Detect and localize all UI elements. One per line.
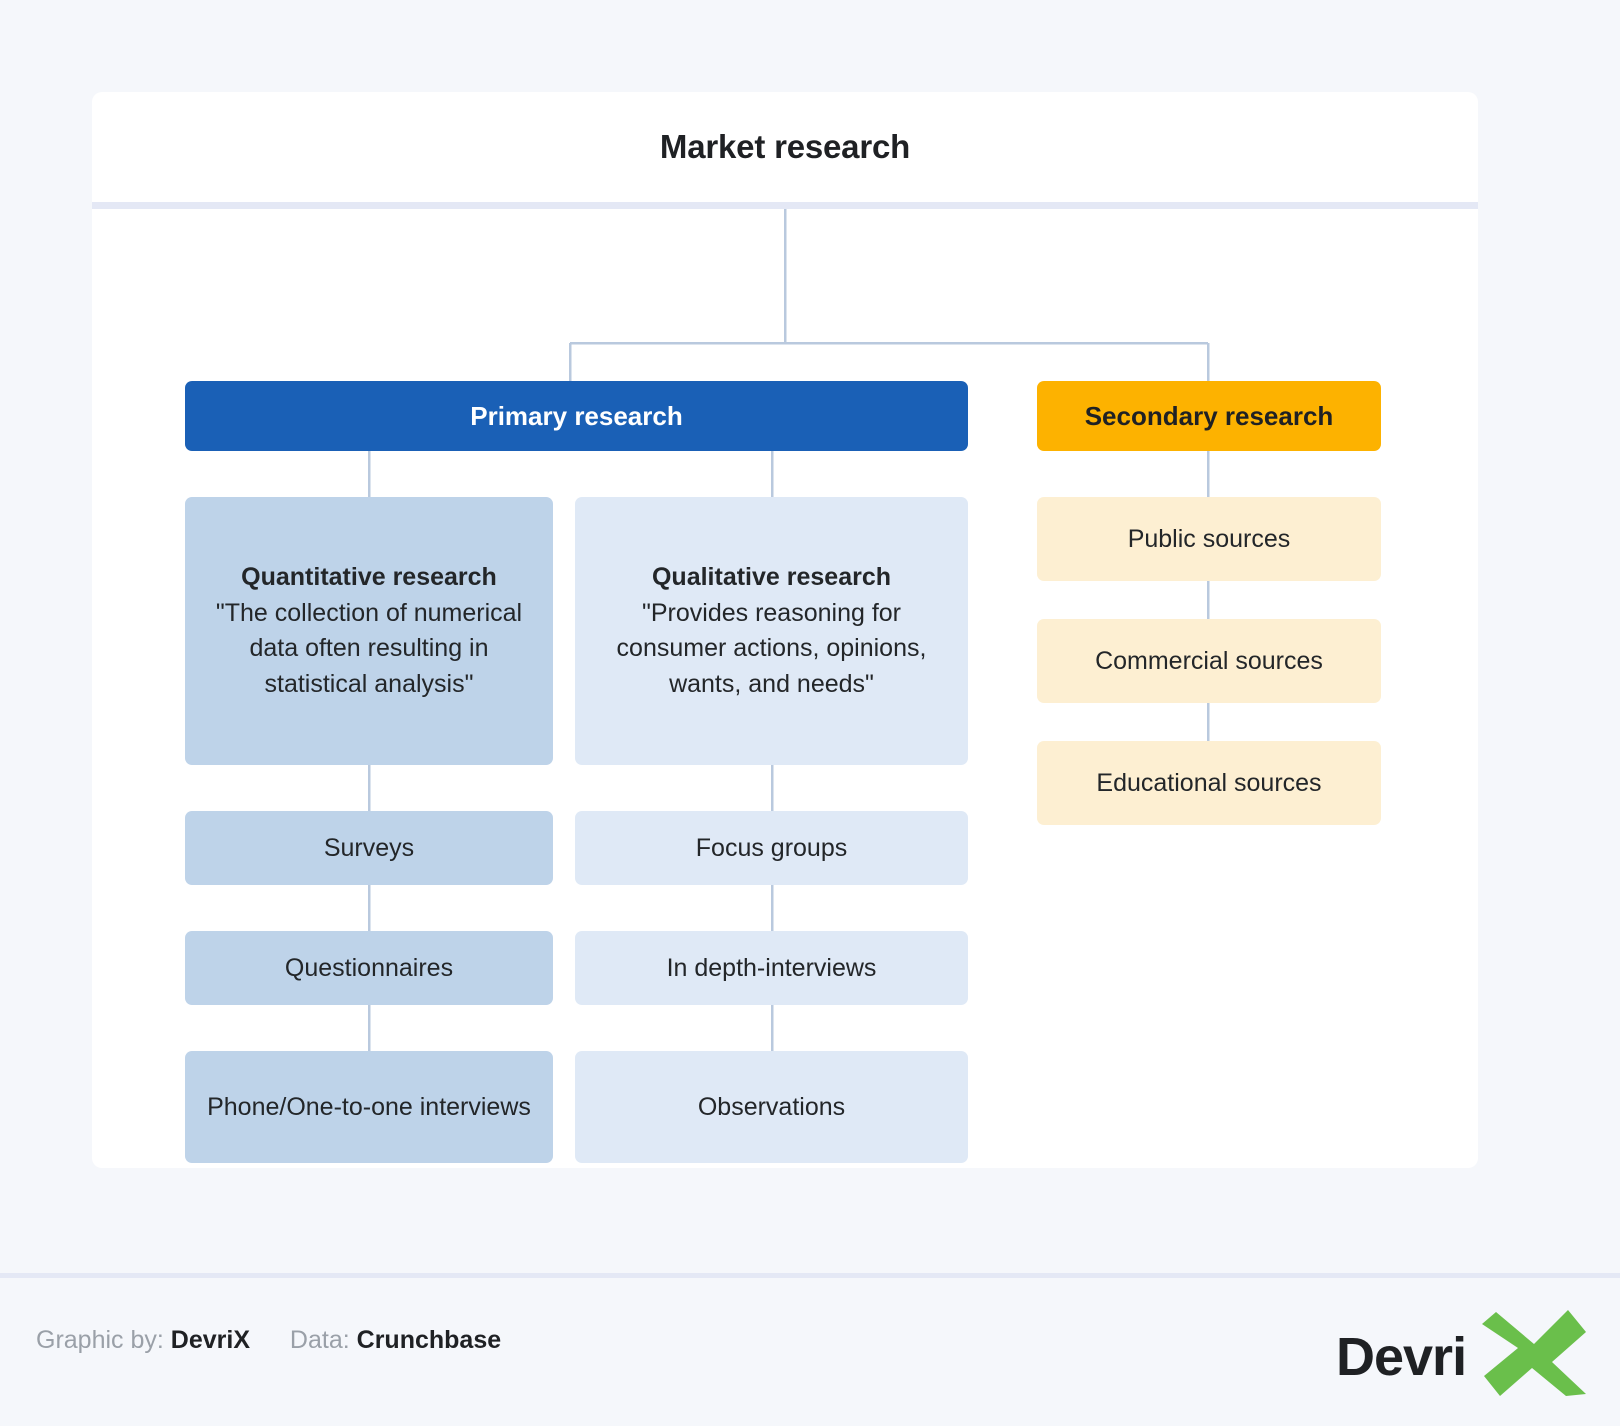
footer: Graphic by: DevriX Data: Crunchbase Devr… <box>0 1278 1620 1426</box>
page-title: Market research <box>92 92 1478 202</box>
node-qualitative-research[interactable]: Qualitative research "Provides reasoning… <box>575 497 968 765</box>
node-in-depth-interviews[interactable]: In depth-interviews <box>575 931 968 1005</box>
node-primary-research-label: Primary research <box>199 401 954 432</box>
node-questionnaires-label: Questionnaires <box>199 951 539 986</box>
logo-wordmark: Devri <box>1336 1326 1466 1388</box>
data-source-value: Crunchbase <box>357 1326 501 1354</box>
node-secondary-research-label: Secondary research <box>1051 401 1367 432</box>
credits: Graphic by: DevriX Data: Crunchbase <box>36 1326 501 1355</box>
node-secondary-research[interactable]: Secondary research <box>1037 381 1381 451</box>
devrix-logo: Devri <box>1336 1306 1586 1398</box>
node-surveys-label: Surveys <box>199 831 539 866</box>
logo-x-mark <box>1482 1310 1586 1396</box>
node-surveys[interactable]: Surveys <box>185 811 553 885</box>
node-questionnaires[interactable]: Questionnaires <box>185 931 553 1005</box>
node-primary-research[interactable]: Primary research <box>185 381 968 451</box>
node-commercial-sources[interactable]: Commercial sources <box>1037 619 1381 703</box>
node-observations[interactable]: Observations <box>575 1051 968 1163</box>
node-phone-one-to-one-interviews[interactable]: Phone/One-to-one interviews <box>185 1051 553 1163</box>
node-educational-sources-label: Educational sources <box>1051 766 1367 801</box>
node-educational-sources[interactable]: Educational sources <box>1037 741 1381 825</box>
org-chart: Primary research Secondary research Quan… <box>92 209 1478 1168</box>
node-in-depth-interviews-label: In depth-interviews <box>589 951 954 986</box>
node-commercial-sources-label: Commercial sources <box>1051 644 1367 679</box>
title-divider <box>92 202 1478 209</box>
node-quantitative-research[interactable]: Quantitative research "The collection of… <box>185 497 553 765</box>
node-quantitative-heading: Quantitative research <box>241 560 497 596</box>
node-qualitative-heading: Qualitative research <box>652 560 891 596</box>
graphic-by-value: DevriX <box>171 1326 250 1354</box>
node-public-sources[interactable]: Public sources <box>1037 497 1381 581</box>
node-qualitative-description: "Provides reasoning for consumer actions… <box>589 596 954 703</box>
graphic-by-label: Graphic by: <box>36 1326 164 1354</box>
node-public-sources-label: Public sources <box>1051 522 1367 557</box>
node-focus-groups[interactable]: Focus groups <box>575 811 968 885</box>
data-source-label: Data: <box>290 1326 350 1354</box>
node-focus-groups-label: Focus groups <box>589 831 954 866</box>
diagram-card: Market research <box>92 92 1478 1168</box>
node-phone-one-to-one-interviews-label: Phone/One-to-one interviews <box>199 1090 539 1125</box>
node-quantitative-description: "The collection of numerical data often … <box>199 596 539 703</box>
node-observations-label: Observations <box>589 1090 954 1125</box>
